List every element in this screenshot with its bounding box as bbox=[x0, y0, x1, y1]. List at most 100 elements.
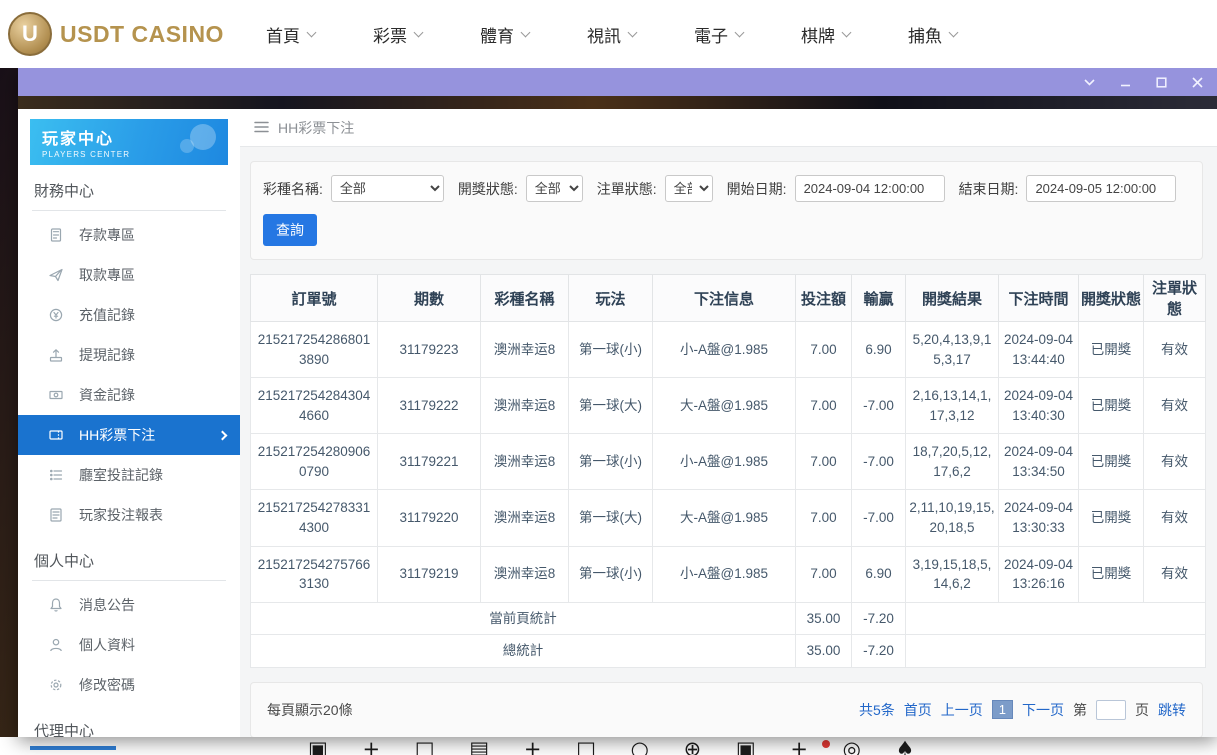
start-date-input[interactable] bbox=[795, 175, 945, 202]
nav-label: 棋牌 bbox=[801, 22, 835, 47]
bets-table: 訂單號 期數 彩種名稱 玩法 下注信息 投注額 輸贏 開獎結果 下注時間 開獎狀… bbox=[250, 274, 1206, 668]
order-status-select[interactable]: 全部 bbox=[665, 175, 713, 202]
window-close-button[interactable] bbox=[1189, 74, 1205, 90]
winloss-cell: 6.90 bbox=[852, 546, 906, 602]
nav-item-sports[interactable]: 體育 bbox=[480, 22, 529, 47]
order-no-cell: 2152172542757663130 bbox=[251, 546, 378, 602]
draw-status-select[interactable]: 全部 bbox=[526, 175, 583, 202]
ticket-icon bbox=[48, 427, 64, 443]
nav-item-fishing[interactable]: 捕魚 bbox=[908, 22, 957, 47]
jump-suffix-text: 页 bbox=[1135, 700, 1149, 720]
user-icon bbox=[48, 637, 64, 653]
lottery-cell: 澳洲幸运8 bbox=[481, 378, 569, 434]
window-minimize-button[interactable] bbox=[1117, 74, 1133, 90]
table-row: 2152172542843044660 31179222 澳洲幸运8 第一球(大… bbox=[251, 378, 1206, 434]
end-date-input[interactable] bbox=[1026, 175, 1176, 202]
bet-amount-cell: 7.00 bbox=[796, 322, 852, 378]
play-cell: 第一球(大) bbox=[569, 490, 653, 546]
sidebar-item-profile[interactable]: 個人資料 bbox=[18, 625, 240, 665]
sidebar-item-deposit[interactable]: 存款專區 bbox=[18, 215, 240, 255]
page-footer-strip: ▣ + □ ▤ + □ ○ ⊕ ▣ + ◎ ♠ bbox=[0, 737, 1217, 755]
period-cell: 31179219 bbox=[378, 546, 481, 602]
coin-icon bbox=[48, 307, 64, 323]
bet-time-cell: 2024-09-04 13:44:40 bbox=[999, 322, 1079, 378]
total-summary-empty bbox=[906, 635, 1206, 668]
order-no-cell: 2152172542809060790 bbox=[251, 434, 378, 490]
footer-partial-icons: ▣ + □ ▤ + □ ○ ⊕ ▣ + ◎ ♠ bbox=[308, 737, 929, 755]
section-agent-center: 代理中心 bbox=[32, 720, 226, 737]
result-cell: 2,11,10,19,15,20,18,5 bbox=[906, 490, 999, 546]
banknote-icon bbox=[48, 387, 64, 403]
nav-label: 彩票 bbox=[373, 22, 407, 47]
main-content: HH彩票下注 彩種名稱: 全部 開獎狀態: 全部 注單狀態: 全部 開始日期: … bbox=[240, 109, 1217, 737]
nav-item-cards[interactable]: 棋牌 bbox=[801, 22, 850, 47]
sidebar-item-label: 取款專區 bbox=[79, 265, 135, 285]
pagination-bar: 每頁顯示20條 共5条 首页 上一页 1 下一页 第 页 跳转 bbox=[250, 682, 1203, 737]
sidebar-item-hh-lottery-bets[interactable]: HH彩票下注 bbox=[18, 415, 240, 455]
casino-banner-strip bbox=[18, 96, 1217, 109]
nav-label: 體育 bbox=[480, 22, 514, 47]
result-cell: 3,19,15,18,5,14,6,2 bbox=[906, 546, 999, 602]
table-row: 2152172542757663130 31179219 澳洲幸运8 第一球(小… bbox=[251, 546, 1206, 602]
end-date-label: 結束日期: bbox=[959, 179, 1019, 199]
sidebar-item-label: 修改密碼 bbox=[79, 675, 135, 695]
bet-info-cell: 大-A盤@1.985 bbox=[653, 490, 796, 546]
sidebar-item-withdraw[interactable]: 取款專區 bbox=[18, 255, 240, 295]
nav-item-home[interactable]: 首頁 bbox=[266, 22, 315, 47]
period-cell: 31179221 bbox=[378, 434, 481, 490]
draw-status-cell: 已開獎 bbox=[1079, 490, 1144, 546]
red-dot-icon bbox=[822, 740, 830, 748]
sidebar-item-recharge-records[interactable]: 充值記錄 bbox=[18, 295, 240, 335]
players-center-header: 玩家中心 PLAYERS CENTER bbox=[30, 119, 228, 165]
sidebar-item-withdrawal-records[interactable]: 提現記錄 bbox=[18, 335, 240, 375]
lottery-cell: 澳洲幸运8 bbox=[481, 434, 569, 490]
table-header-row: 訂單號 期數 彩種名稱 玩法 下注信息 投注額 輸贏 開獎結果 下注時間 開獎狀… bbox=[251, 275, 1206, 322]
bet-info-cell: 小-A盤@1.985 bbox=[653, 322, 796, 378]
draw-status-cell: 已開獎 bbox=[1079, 434, 1144, 490]
sidebar-item-fund-records[interactable]: 資金記錄 bbox=[18, 375, 240, 415]
period-cell: 31179223 bbox=[378, 322, 481, 378]
first-page-link[interactable]: 首页 bbox=[904, 700, 932, 720]
current-page-indicator[interactable]: 1 bbox=[992, 700, 1013, 719]
report-icon bbox=[48, 507, 64, 523]
order-no-cell: 2152172542868013890 bbox=[251, 322, 378, 378]
bet-amount-cell: 7.00 bbox=[796, 434, 852, 490]
winloss-cell: -7.00 bbox=[852, 378, 906, 434]
next-page-link[interactable]: 下一页 bbox=[1022, 700, 1064, 720]
lottery-cell: 澳洲幸运8 bbox=[481, 322, 569, 378]
bet-time-cell: 2024-09-04 13:40:30 bbox=[999, 378, 1079, 434]
jump-prefix-text: 第 bbox=[1073, 700, 1087, 720]
nav-label: 首頁 bbox=[266, 22, 300, 47]
start-date-label: 開始日期: bbox=[727, 179, 787, 199]
jump-button[interactable]: 跳转 bbox=[1158, 700, 1186, 720]
nav-item-lottery[interactable]: 彩票 bbox=[373, 22, 422, 47]
sidebar-item-label: 提現記錄 bbox=[79, 345, 135, 365]
sidebar-item-player-bet-report[interactable]: 玩家投注報表 bbox=[18, 495, 240, 535]
search-button[interactable]: 查詢 bbox=[263, 214, 317, 246]
column-header: 注單狀態 bbox=[1144, 275, 1206, 322]
column-header: 彩種名稱 bbox=[481, 275, 569, 322]
window-maximize-button[interactable] bbox=[1153, 74, 1169, 90]
result-cell: 2,16,13,14,1,17,3,12 bbox=[906, 378, 999, 434]
calculator-icon bbox=[48, 227, 64, 243]
period-cell: 31179222 bbox=[378, 378, 481, 434]
lottery-cell: 澳洲幸运8 bbox=[481, 546, 569, 602]
section-finance-center: 財務中心 bbox=[32, 180, 226, 211]
bet-amount-cell: 7.00 bbox=[796, 546, 852, 602]
nav-item-slots[interactable]: 電子 bbox=[694, 22, 743, 47]
sidebar-item-change-password[interactable]: 修改密碼 bbox=[18, 665, 240, 705]
lottery-cell: 澳洲幸运8 bbox=[481, 490, 569, 546]
nav-item-live[interactable]: 視訊 bbox=[587, 22, 636, 47]
draw-status-cell: 已開獎 bbox=[1079, 322, 1144, 378]
hamburger-icon[interactable] bbox=[254, 120, 269, 136]
filter-panel: 彩種名稱: 全部 開獎狀態: 全部 注單狀態: 全部 開始日期: 結束日期: 查… bbox=[250, 161, 1203, 260]
sidebar-item-announcements[interactable]: 消息公告 bbox=[18, 585, 240, 625]
upload-icon bbox=[48, 347, 64, 363]
jump-page-input[interactable] bbox=[1096, 700, 1126, 720]
prev-page-link[interactable]: 上一页 bbox=[941, 700, 983, 720]
column-header: 開獎狀態 bbox=[1079, 275, 1144, 322]
site-logo[interactable]: U USDT CASINO bbox=[8, 12, 266, 56]
sidebar-item-hall-bet-records[interactable]: 廳室投註記錄 bbox=[18, 455, 240, 495]
window-collapse-button[interactable] bbox=[1081, 74, 1097, 90]
lottery-name-select[interactable]: 全部 bbox=[331, 175, 444, 202]
